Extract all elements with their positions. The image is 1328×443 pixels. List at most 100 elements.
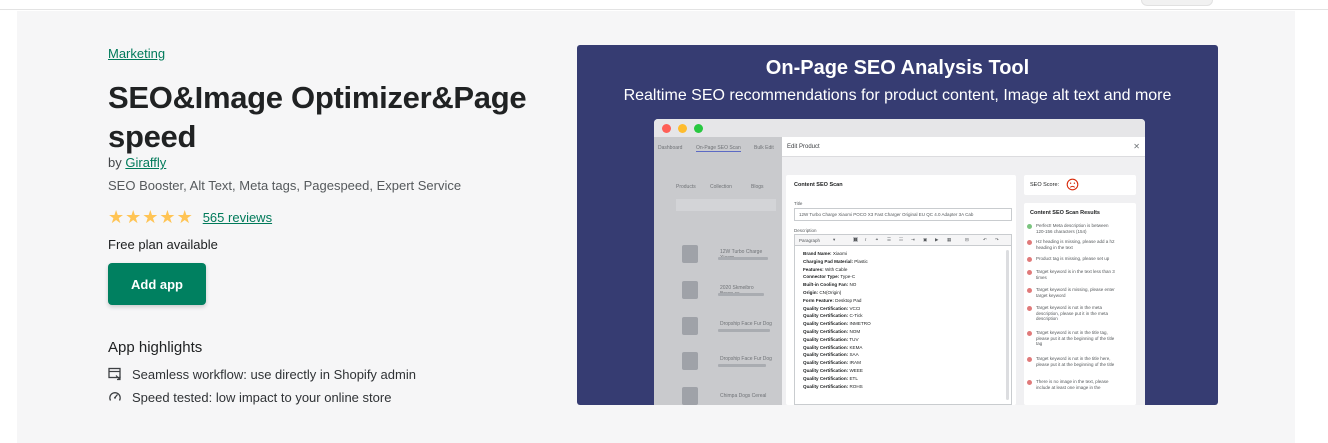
scan-result-item: Target keyword is not in the title here,… (1027, 356, 1118, 367)
star-icon: ★ (108, 207, 125, 227)
scan-result-text: H2 heading is missing, please add a h2 h… (1036, 239, 1115, 250)
spec-line: Quality Certification: WEEE (803, 368, 863, 373)
spec-line: Quality Certification: TUV (803, 337, 859, 342)
bg-row-text: Chimpa Dogs Cereal (720, 393, 767, 399)
numbered-list-icon[interactable]: ☷ (899, 237, 903, 243)
mock-window: Dashboard On-Page SEO Scan Bulk Edit Pro… (654, 119, 1145, 405)
bullet-list-icon[interactable]: ☰ (887, 237, 891, 243)
spec-value: C-Tick (848, 313, 863, 319)
reviews-link[interactable]: 565 reviews (203, 210, 272, 225)
spec-key: Quality Certification: (803, 352, 849, 358)
table-icon[interactable]: ▦ (947, 237, 951, 243)
editor-scrollbar[interactable] (1006, 250, 1009, 400)
description-editor[interactable]: Brand Name: Xiaomi Charging Pad Material:… (794, 246, 1012, 405)
spec-value: CN(Origin) (818, 290, 842, 295)
fail-status-icon (1027, 331, 1032, 336)
maximize-dot-icon (694, 124, 703, 133)
scan-result-text: Target keyword is not in the title tag, … (1036, 330, 1115, 346)
results-title: Content SEO Scan Results (1030, 210, 1100, 216)
close-icon[interactable]: ✕ (1133, 142, 1140, 151)
add-app-button[interactable]: Add app (108, 263, 206, 305)
spec-line: Quality Certification: ROHS (803, 384, 863, 389)
bg-row-text: Dropship Face Fur Dog (720, 356, 772, 362)
spec-line: Features: With Cable (803, 267, 847, 272)
spec-key: Quality Certification: (803, 368, 849, 373)
spec-line: Quality Certification: IRAM (803, 360, 861, 365)
spec-line: Built-in Cooling Fan: NO (803, 282, 856, 287)
seo-score-label: SEO Score: (1030, 182, 1060, 188)
spec-key: Origin: (803, 290, 819, 295)
developer-byline: by Giraffly (108, 155, 166, 170)
modal-header: Edit Product (782, 137, 1145, 157)
chevron-down-icon: ▾ (833, 237, 836, 242)
scan-result-item: Target keyword is missing, please enter … (1027, 287, 1118, 298)
fail-status-icon (1027, 240, 1032, 245)
bold-icon[interactable]: B (853, 237, 859, 242)
rating: ★ ★ ★ ★ ★ 565 reviews (108, 208, 272, 226)
highlights-title: App highlights (108, 339, 203, 356)
app-title: SEO&Image Optimizer&Page speed (108, 80, 527, 154)
bg-product-row: Chimpa Dogs Cereal (682, 387, 772, 405)
scan-result-item: Target keyword is in the text less than … (1027, 269, 1118, 280)
link-icon[interactable]: ⚭ (875, 237, 879, 243)
developer-link[interactable]: Giraffly (125, 155, 166, 170)
scan-result-text: Target keyword is not in the meta descri… (1036, 305, 1109, 321)
spec-key: Quality Certification: (803, 375, 849, 381)
spec-key: Quality Certification: (803, 313, 849, 319)
top-bar-control[interactable] (1141, 0, 1213, 6)
app-screenshot[interactable]: On-Page SEO Analysis Tool Realtime SEO r… (577, 45, 1218, 405)
spec-key: Charging Pad Material: (803, 258, 854, 264)
spec-line: Quality Certification: INMETRO (803, 321, 871, 326)
spec-key: Quality Certification: (803, 329, 849, 334)
spec-line: Quality Certification: NOM (803, 329, 860, 334)
scan-result-item: Product tag is missing, please set up (1027, 256, 1118, 262)
content-seo-card: Content SEO Scan Title 12W Turbo Charge … (786, 175, 1016, 405)
redo-icon[interactable]: ↷ (995, 237, 999, 243)
fail-status-icon (1027, 357, 1032, 362)
spec-value: INMETRO (848, 321, 871, 327)
workflow-icon (108, 367, 121, 381)
category-link[interactable]: Marketing (108, 46, 165, 61)
scan-result-text: Perfect! Meta description is between 120… (1036, 223, 1109, 234)
fail-status-icon (1027, 288, 1032, 293)
spec-value: KEMA (848, 344, 863, 350)
bg-subtab: Blogs (751, 184, 764, 190)
screenshot-subtitle: Realtime SEO recommendations for product… (623, 87, 1172, 104)
spec-value: WEEE (848, 368, 863, 373)
close-dot-icon (662, 124, 671, 133)
spec-key: Quality Certification: (803, 383, 849, 389)
title-input[interactable]: 12W Turbo Charge Xiaomi POCO X3 Fast Cha… (794, 208, 1012, 221)
bg-search-bar (676, 199, 776, 211)
spec-key: Form Feature: (803, 297, 834, 303)
bg-row-line (718, 293, 764, 296)
product-thumbnail (682, 352, 698, 370)
italic-icon[interactable]: I (865, 237, 866, 242)
app-tagline: SEO Booster, Alt Text, Meta tags, Pagesp… (108, 178, 462, 193)
bg-row-line (718, 257, 768, 260)
format-select[interactable]: Paragraph (799, 238, 820, 243)
spec-value: TUV (848, 336, 859, 342)
more-icon[interactable]: ⊟ (965, 237, 969, 243)
highlight-label: Speed tested: low impact to your online … (132, 389, 392, 405)
video-icon[interactable]: ▶ (935, 237, 938, 243)
highlight-label: Seamless workflow: use directly in Shopi… (132, 366, 416, 382)
spec-key: Quality Certification: (803, 305, 849, 311)
scan-result-item: There is no image in the text, please in… (1027, 379, 1118, 390)
undo-icon[interactable]: ↶ (983, 237, 987, 243)
scan-result-text: Target keyword is in the text less than … (1036, 269, 1115, 280)
spec-line: Quality Certification: C-Tick (803, 313, 863, 318)
indent-icon[interactable]: ⇥ (911, 237, 915, 243)
scan-result-text: There is no image in the text, please in… (1036, 379, 1109, 390)
editor-toolbar[interactable]: Paragraph ▾ B I ⚭ ☰ ☷ ⇥ ▣ ▶ ▦ ⊟ ↶ ↷ (794, 234, 1012, 246)
spec-value: Xiaomi (831, 251, 847, 256)
bg-row-line (718, 364, 766, 367)
scan-result-text: Target keyword is not in the title here,… (1036, 356, 1115, 367)
pricing-info: Free plan available (108, 237, 218, 252)
spec-key: Built-in Cooling Fan: (803, 282, 849, 288)
spec-key: Quality Certification: (803, 344, 849, 350)
image-icon[interactable]: ▣ (923, 237, 927, 243)
spec-key: Quality Certification: (803, 321, 849, 327)
spec-line: Quality Certification: VCCI (803, 306, 860, 311)
spec-value: SAA (848, 352, 859, 358)
spec-key: Brand Name: (803, 251, 832, 256)
